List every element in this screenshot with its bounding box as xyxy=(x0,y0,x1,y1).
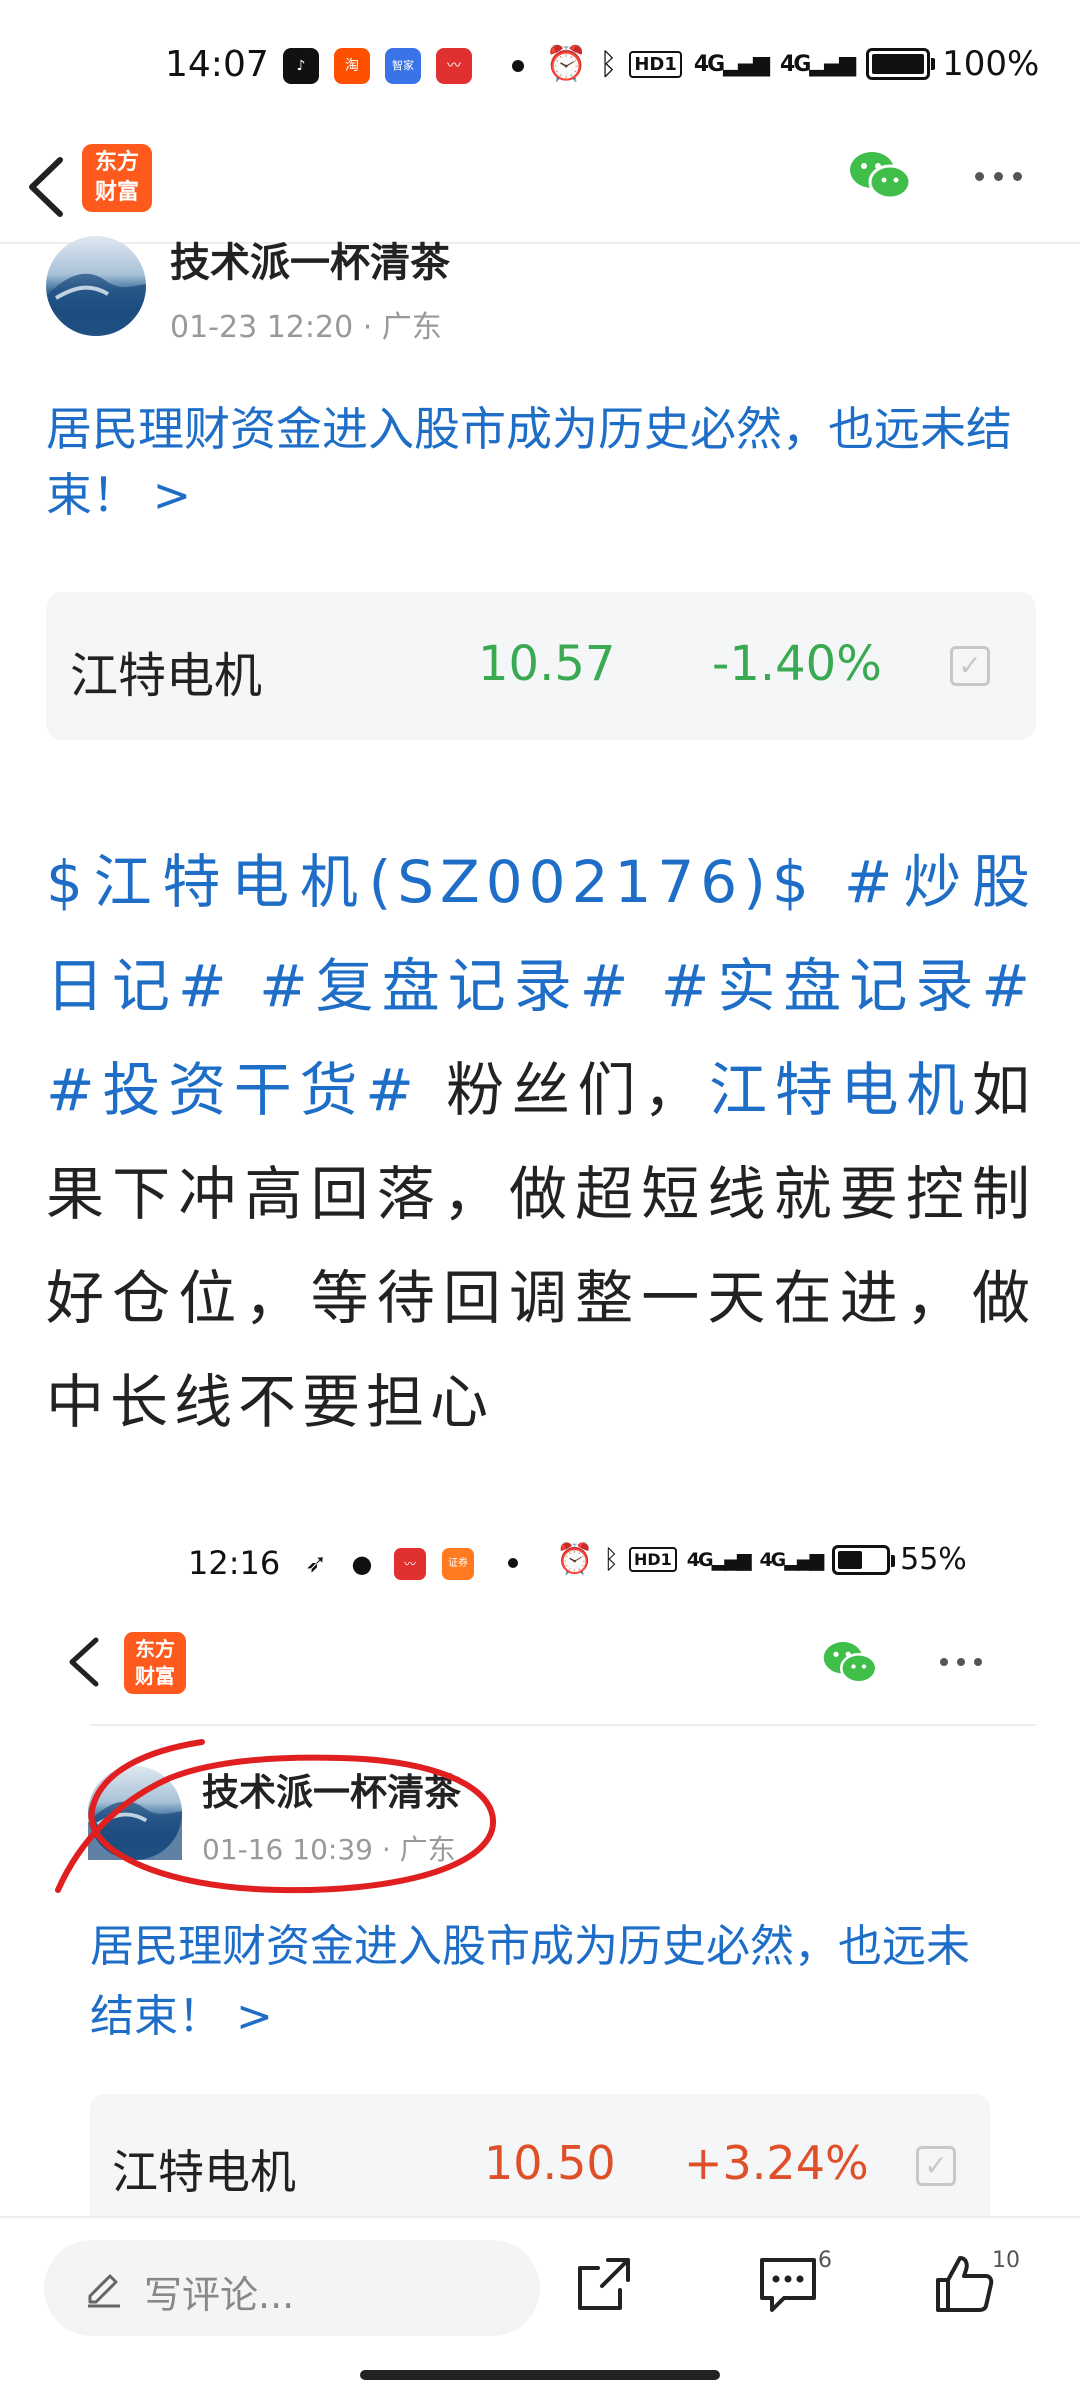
signal2-icon: 4G▂▄▆ xyxy=(780,51,856,77)
status-bar: 14:07 ♪ 淘 智家 〰 ⏰ ᛒ HD1 4G▂▄▆ 4G▂▄▆ 100% xyxy=(0,0,1080,130)
back-icon[interactable] xyxy=(22,152,72,222)
status-right: ⏰ ᛒ HD1 4G▂▄▆ 4G▂▄▆ 100% xyxy=(545,44,1039,84)
bluetooth-icon: ᛒ xyxy=(599,46,618,82)
hd-icon: HD1 xyxy=(629,50,682,78)
red-circle-annotation xyxy=(55,1739,497,1894)
embedded-status-time: 12:16 xyxy=(188,1544,281,1582)
post-body: $江特电机(SZ002176)$ #炒股日记# #复盘记录# #实盘记录# #投… xyxy=(46,830,1036,1454)
comment-input[interactable]: 写评论... xyxy=(44,2240,540,2336)
stock-tag-link[interactable]: $江特电机(SZ002176)$ xyxy=(46,848,815,916)
signal-icon: 4G▂▄▆ xyxy=(686,1548,752,1571)
signal2-icon: 4G▂▄▆ xyxy=(759,1548,824,1571)
watchlist-check-icon[interactable]: ✓ xyxy=(950,646,990,686)
post-meta: 01-23 12:20 · 广东 xyxy=(170,302,442,346)
dot-icon xyxy=(512,60,524,72)
comment-icon[interactable] xyxy=(756,2252,820,2316)
embedded-linked-article-title: 居民理财资金进入股市成为历史必然，也远未结束！ > xyxy=(90,1921,970,2042)
post-location: · 广东 xyxy=(362,310,442,345)
nav-bar xyxy=(0,130,1080,240)
alarm-icon: ⏰ xyxy=(556,1542,594,1577)
back-icon xyxy=(69,1637,99,1687)
securities-app-icon: 证券 xyxy=(442,1548,474,1580)
author-name[interactable]: 技术派一杯清茶 xyxy=(170,230,450,288)
more-menu-icon xyxy=(940,1658,982,1666)
like-count: 10 xyxy=(992,2248,1020,2273)
share-icon[interactable] xyxy=(572,2252,636,2316)
wechat-share-icon xyxy=(823,1642,878,1684)
eastmoney-icon: 〰 xyxy=(394,1548,426,1580)
comment-count: 6 xyxy=(818,2248,832,2273)
embedded-status-right: ⏰ ᛒ HD1 4G▂▄▆ 4G▂▄▆ 55% xyxy=(556,1542,967,1577)
tiktok-icon: ♪ xyxy=(283,48,319,84)
comment-placeholder: 写评论... xyxy=(144,2273,295,2317)
battery-percent: 100% xyxy=(942,44,1040,84)
smart-home-icon: 智家 xyxy=(385,48,421,84)
bluetooth-icon: ᛒ xyxy=(603,1544,619,1575)
body-text: 粉丝们， xyxy=(446,1056,710,1124)
app-logo: 东方 财富 xyxy=(124,1632,186,1694)
battery-icon xyxy=(866,48,936,80)
stock-name: 江特电机 xyxy=(70,648,263,704)
taobao-icon: 淘 xyxy=(334,48,370,84)
topic-tag[interactable]: #投资干货# xyxy=(46,1056,420,1124)
embedded-stock-card: 江特电机 10.50 +3.24% ✓ xyxy=(90,2094,990,2234)
avatar[interactable] xyxy=(46,236,146,336)
more-menu-icon[interactable] xyxy=(975,172,1022,181)
watchlist-check-icon: ✓ xyxy=(916,2146,956,2186)
stock-name-link[interactable]: 江特电机 xyxy=(709,1056,972,1124)
dot-icon xyxy=(508,1558,518,1568)
app-icon: ➶ xyxy=(300,1548,332,1580)
wechat-status-icon: ● xyxy=(346,1548,378,1580)
stock-price: 10.57 xyxy=(478,636,616,692)
pen-icon xyxy=(88,2274,120,2308)
divider xyxy=(0,242,1080,244)
app-logo: 东方 财富 xyxy=(82,144,152,212)
topic-tag[interactable]: #实盘记录# xyxy=(661,952,1036,1020)
wechat-share-icon[interactable] xyxy=(848,150,912,202)
hd-icon: HD1 xyxy=(628,1547,677,1572)
stock-name: 江特电机 xyxy=(112,2145,296,2199)
topic-tag[interactable]: #复盘记录# xyxy=(259,952,634,1020)
divider xyxy=(90,1724,1036,1726)
stock-change: -1.40% xyxy=(712,636,882,692)
linked-article-title[interactable]: 居民理财资金进入股市成为历史必然，也远未结束！ > xyxy=(46,396,1036,528)
signal-icon: 4G▂▄▆ xyxy=(693,51,770,77)
stock-card[interactable]: 江特电机 10.57 -1.40% ✓ xyxy=(46,592,1036,740)
status-time: 14:07 xyxy=(165,44,269,85)
battery-icon xyxy=(832,1544,896,1575)
battery-percent: 55% xyxy=(900,1542,967,1577)
eastmoney-icon: 〰 xyxy=(436,48,472,84)
home-indicator[interactable] xyxy=(360,2370,720,2380)
stock-price: 10.50 xyxy=(484,2136,616,2190)
stock-change: +3.24% xyxy=(684,2136,869,2190)
post-timestamp: 01-23 12:20 xyxy=(170,310,354,345)
alarm-icon: ⏰ xyxy=(545,44,588,84)
like-icon[interactable] xyxy=(932,2252,996,2316)
